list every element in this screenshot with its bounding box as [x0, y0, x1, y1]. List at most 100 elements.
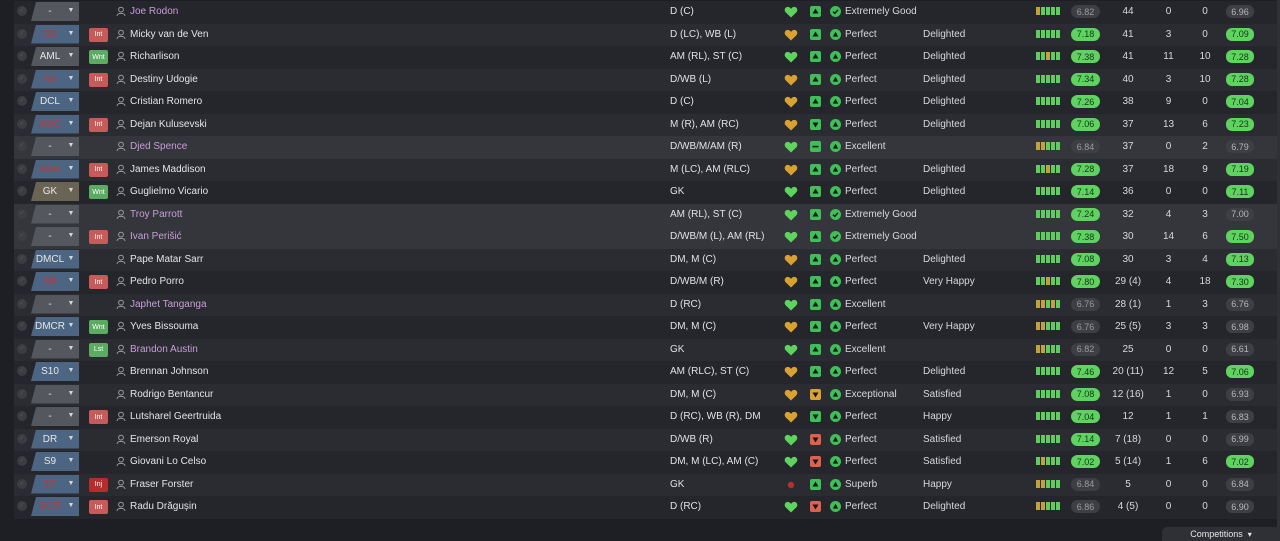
player-name[interactable]: Japhet Tanganga — [130, 299, 207, 310]
row-select-checkbox[interactable]: ✓ — [17, 388, 27, 399]
row-select-checkbox[interactable]: ✓ — [17, 208, 27, 219]
chevron-down-icon[interactable]: ▼ — [66, 411, 76, 421]
table-row[interactable]: ✓ SB ▼ Int Pedro Porro D/WB/M (R) Perfect Very … — [14, 271, 1280, 294]
table-row[interactable]: ✓ AMR ▼ Int James Maddison M (LC), AM (RLC) Pe… — [14, 158, 1280, 181]
player-name[interactable]: Troy Parrott — [130, 209, 182, 220]
row-select-checkbox[interactable]: ✓ — [17, 51, 27, 61]
table-row[interactable]: ✓ ST ▼ Inj Fraser Forster GK Superb Happy 6.84 5 0… — [14, 473, 1280, 496]
chevron-down-icon[interactable]: ▼ — [66, 501, 76, 511]
chevron-down-icon[interactable]: ▼ — [66, 321, 76, 331]
player-name[interactable]: Dejan Kulusevski — [130, 119, 207, 130]
player-name[interactable]: Brandon Austin — [130, 344, 198, 355]
form-bar — [1046, 52, 1050, 60]
table-row[interactable]: ✓ - ▼ Troy Parrott AM (RL), ST (C) Extremely … — [14, 203, 1280, 226]
assists: 6 — [1202, 118, 1208, 130]
table-row[interactable]: ✓ DCR ▼ Int Radu Drăgușin D (RC) Perfect Deligh… — [14, 496, 1280, 519]
table-row[interactable]: ✓ - ▼ Joe Rodon D (C) Extremely Good 6.82 44 0 0 6… — [14, 1, 1280, 24]
morale-icon — [810, 433, 821, 445]
row-select-checkbox[interactable]: ✓ — [17, 433, 27, 444]
player-name[interactable]: Guglielmo Vicario — [130, 186, 208, 197]
table-row[interactable]: ✓ GK ▼ Wnt Guglielmo Vicario GK Perfect Delight… — [14, 181, 1280, 204]
player-name[interactable]: Cristian Romero — [130, 96, 202, 107]
condition-icon — [830, 366, 841, 377]
row-select-checkbox[interactable]: ✓ — [17, 6, 27, 16]
table-row[interactable]: ✓ - ▼ Int Lutsharel Geertruida D (RC), WB (R)… — [14, 406, 1280, 429]
chevron-down-icon[interactable]: ▼ — [66, 164, 76, 174]
table-row[interactable]: ✓ DMCL ▼ Pape Matar Sarr DM, M (C) Perfect Del… — [14, 248, 1280, 271]
player-name[interactable]: Brennan Johnson — [130, 366, 208, 377]
player-name[interactable]: Rodrigo Bentancur — [130, 389, 213, 400]
table-row[interactable]: ✓ - ▼ Djed Spence D/WB/M/AM (R) Excellent 6.84… — [14, 136, 1280, 159]
table-row[interactable]: ✓ DCL ▼ Cristian Romero D (C) Perfect Delighte… — [14, 91, 1280, 114]
form-bar — [1056, 254, 1060, 263]
player-name[interactable]: Djed Spence — [130, 141, 187, 152]
row-select-checkbox[interactable]: ✓ — [17, 343, 27, 354]
player-name[interactable]: Lutsharel Geertruida — [130, 411, 221, 422]
table-row[interactable]: ✓ - ▼ Japhet Tanganga D (RC) Excellent 6.76 28 … — [14, 293, 1280, 316]
chevron-down-icon[interactable]: ▼ — [66, 119, 76, 129]
chevron-down-icon[interactable]: ▼ — [66, 74, 76, 84]
row-select-checkbox[interactable]: ✓ — [17, 478, 27, 489]
row-select-checkbox[interactable]: ✓ — [17, 456, 27, 466]
row-select-checkbox[interactable]: ✓ — [17, 231, 27, 241]
table-row[interactable]: ✓ DMCR ▼ Wnt Yves Bissouma DM, M (C) Perfect Ve… — [14, 316, 1280, 339]
row-select-checkbox[interactable]: ✓ — [17, 73, 27, 84]
player-name[interactable]: Richarlison — [130, 51, 179, 62]
player-name[interactable]: James Maddison — [130, 164, 206, 175]
player-name[interactable]: Giovani Lo Celso — [130, 456, 206, 467]
row-select-checkbox[interactable]: ✓ — [17, 276, 27, 286]
chevron-down-icon[interactable]: ▼ — [66, 231, 76, 241]
chevron-down-icon[interactable]: ▼ — [66, 254, 76, 264]
table-row[interactable]: ✓ S9 ▼ Giovani Lo Celso DM, M (LC), AM (C) Pe… — [14, 451, 1280, 474]
table-row[interactable]: ✓ DR ▼ Emerson Royal D/WB (R) Perfect Satisfie… — [14, 428, 1280, 451]
table-row[interactable]: ✓ - ▼ Rodrigo Bentancur DM, M (C) Exceptional… — [14, 383, 1280, 406]
player-name[interactable]: Ivan Perišić — [130, 231, 182, 242]
table-row[interactable]: ✓ IW ▼ Int Destiny Udogie D/WB (L) Perfect Deli… — [14, 68, 1280, 91]
row-select-checkbox[interactable]: ✓ — [17, 411, 27, 421]
player-name[interactable]: Emerson Royal — [130, 434, 198, 445]
player-name[interactable]: Joe Rodon — [130, 6, 178, 17]
table-row[interactable]: ✓ AMC ▼ Int Dejan Kulusevski M (R), AM (RC) Pe… — [14, 113, 1280, 136]
row-select-checkbox[interactable]: ✓ — [17, 28, 27, 39]
row-select-checkbox[interactable]: ✓ — [17, 253, 27, 264]
chevron-down-icon[interactable]: ▼ — [66, 209, 76, 219]
chevron-down-icon[interactable]: ▼ — [66, 51, 76, 61]
row-select-checkbox[interactable]: ✓ — [17, 186, 27, 196]
row-select-checkbox[interactable]: ✓ — [17, 163, 27, 174]
chevron-down-icon[interactable]: ▼ — [66, 96, 76, 106]
form-bar — [1056, 119, 1060, 128]
player-name[interactable]: Yves Bissouma — [130, 321, 198, 332]
row-select-checkbox[interactable]: ✓ — [17, 321, 27, 331]
chevron-down-icon[interactable]: ▼ — [66, 344, 76, 354]
player-name[interactable]: Fraser Forster — [130, 479, 193, 490]
form-bar — [1056, 367, 1060, 375]
chevron-down-icon[interactable]: ▼ — [66, 6, 76, 16]
row-select-checkbox[interactable]: ✓ — [17, 141, 27, 151]
chevron-down-icon[interactable]: ▼ — [66, 29, 76, 39]
chevron-down-icon[interactable]: ▼ — [66, 456, 76, 466]
chevron-down-icon[interactable]: ▼ — [66, 434, 76, 444]
chevron-down-icon[interactable]: ▼ — [66, 389, 76, 399]
chevron-down-icon[interactable]: ▼ — [66, 479, 76, 489]
chevron-down-icon[interactable]: ▼ — [66, 366, 76, 376]
row-select-checkbox[interactable]: ✓ — [17, 118, 27, 129]
table-row[interactable]: ✓ - ▼ Lst Brandon Austin GK Excellent 6.82 25 0 0 6… — [14, 338, 1280, 361]
row-select-checkbox[interactable]: ✓ — [17, 366, 27, 376]
table-row[interactable]: ✓ - ▼ Int Ivan Perišić D/WB/M (L), AM (RL) Ext… — [14, 226, 1280, 249]
player-name[interactable]: Pape Matar Sarr — [130, 254, 203, 265]
player-name[interactable]: Pedro Porro — [130, 276, 184, 287]
form-bar — [1051, 164, 1055, 173]
table-row[interactable]: ✓ S10 ▼ Brennan Johnson AM (RLC), ST (C) Perf… — [14, 361, 1280, 384]
chevron-down-icon[interactable]: ▼ — [66, 186, 76, 196]
chevron-down-icon[interactable]: ▼ — [66, 141, 76, 151]
chevron-down-icon[interactable]: ▼ — [66, 299, 76, 309]
row-select-checkbox[interactable]: ✓ — [17, 501, 27, 511]
chevron-down-icon[interactable]: ▼ — [66, 276, 76, 286]
row-select-checkbox[interactable]: ✓ — [17, 298, 27, 309]
row-select-checkbox[interactable]: ✓ — [17, 96, 27, 106]
table-row[interactable]: ✓ SB ▼ Int Micky van de Ven D (LC), WB (L) Per… — [14, 23, 1280, 46]
table-row[interactable]: ✓ AML ▼ Wnt Richarlison AM (RL), ST (C) Perfec… — [14, 46, 1280, 69]
player-name[interactable]: Micky van de Ven — [130, 29, 208, 40]
player-name[interactable]: Destiny Udogie — [130, 74, 198, 85]
player-name[interactable]: Radu Drăgușin — [130, 501, 197, 512]
